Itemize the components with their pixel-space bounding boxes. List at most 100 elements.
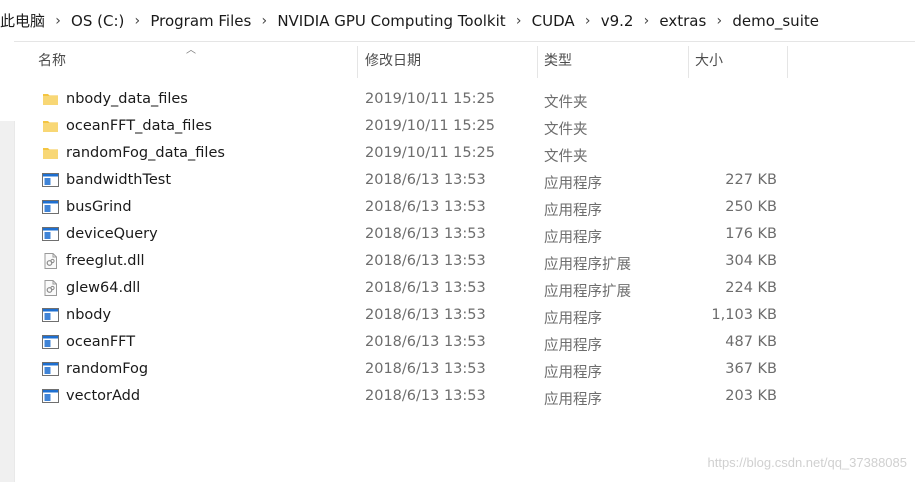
column-header-name-label: 名称 bbox=[38, 53, 66, 69]
watermark: https://blog.csdn.net/qq_37388085 bbox=[707, 455, 908, 470]
file-size: 487 KB bbox=[725, 334, 777, 350]
column-header-name[interactable]: 名称 ︿ bbox=[14, 41, 358, 79]
chevron-right-icon[interactable]: › bbox=[577, 13, 599, 29]
file-row[interactable]: busGrind 2018/6/13 13:53 应用程序 250 KB bbox=[14, 195, 915, 222]
breadcrumb-label: Program Files bbox=[150, 11, 252, 30]
breadcrumb-label: extras bbox=[659, 11, 707, 30]
application-icon bbox=[42, 226, 59, 242]
file-name: oceanFFT bbox=[66, 334, 136, 350]
breadcrumb-item[interactable]: demo_suite bbox=[730, 12, 821, 30]
file-name: freeglut.dll bbox=[66, 253, 145, 269]
file-modified-date: 2019/10/11 15:25 bbox=[365, 91, 495, 107]
breadcrumb-label: NVIDIA GPU Computing Toolkit bbox=[277, 11, 506, 30]
file-size: 250 KB bbox=[725, 199, 777, 215]
chevron-right-icon[interactable]: › bbox=[47, 13, 69, 29]
application-icon bbox=[42, 388, 59, 404]
file-modified-date: 2018/6/13 13:53 bbox=[365, 388, 486, 404]
application-icon bbox=[42, 334, 59, 350]
file-type: 应用程序扩展 bbox=[544, 284, 631, 300]
file-list: nbody_data_files 2019/10/11 15:25 文件夹 ocean… bbox=[14, 87, 915, 411]
chevron-right-icon[interactable]: › bbox=[635, 13, 657, 29]
file-name: glew64.dll bbox=[66, 280, 141, 296]
breadcrumb-item[interactable]: Program Files › bbox=[148, 12, 275, 30]
breadcrumb-label: OS (C:) bbox=[71, 11, 125, 30]
file-modified-date: 2018/6/13 13:53 bbox=[365, 361, 486, 377]
file-modified-date: 2018/6/13 13:53 bbox=[365, 172, 486, 188]
file-row[interactable]: bandwidthTest 2018/6/13 13:53 应用程序 227 KB bbox=[14, 168, 915, 195]
breadcrumb-item[interactable]: v9.2 › bbox=[599, 12, 658, 30]
file-type: 应用程序 bbox=[544, 176, 602, 192]
folder-icon bbox=[42, 145, 59, 161]
file-row[interactable]: glew64.dll 2018/6/13 13:53 应用程序扩展 224 KB bbox=[14, 276, 915, 303]
file-name: bandwidthTest bbox=[66, 172, 172, 188]
file-modified-date: 2019/10/11 15:25 bbox=[365, 145, 495, 161]
file-modified-date: 2018/6/13 13:53 bbox=[365, 334, 486, 350]
file-type: 应用程序 bbox=[544, 311, 602, 327]
file-size: 1,103 KB bbox=[711, 307, 777, 323]
file-row[interactable]: oceanFFT 2018/6/13 13:53 应用程序 487 KB bbox=[14, 330, 915, 357]
column-header-size-label: 大小 bbox=[695, 53, 723, 69]
application-icon bbox=[42, 307, 59, 323]
file-row[interactable]: randomFog 2018/6/13 13:53 应用程序 367 KB bbox=[14, 357, 915, 384]
file-row[interactable]: oceanFFT_data_files 2019/10/11 15:25 文件夹 bbox=[14, 114, 915, 141]
application-icon bbox=[42, 172, 59, 188]
folder-icon bbox=[42, 118, 59, 134]
breadcrumb-label: CUDA bbox=[531, 11, 575, 30]
file-modified-date: 2018/6/13 13:53 bbox=[365, 199, 486, 215]
file-row[interactable]: deviceQuery 2018/6/13 13:53 应用程序 176 KB bbox=[14, 222, 915, 249]
file-size: 176 KB bbox=[725, 226, 777, 242]
file-type: 文件夹 bbox=[544, 122, 588, 138]
folder-icon bbox=[42, 91, 59, 107]
file-size: 367 KB bbox=[725, 361, 777, 377]
file-modified-date: 2019/10/11 15:25 bbox=[365, 118, 495, 134]
address-bar[interactable]: 此电脑 › OS (C:) › Program Files › NVIDIA GPU Com… bbox=[0, 0, 915, 42]
scrollbar-thumb[interactable] bbox=[0, 121, 15, 482]
file-modified-date: 2018/6/13 13:53 bbox=[365, 253, 486, 269]
file-name: randomFog_data_files bbox=[66, 145, 225, 161]
column-header-size[interactable]: 大小 bbox=[689, 41, 788, 79]
file-size: 203 KB bbox=[725, 388, 777, 404]
chevron-right-icon[interactable]: › bbox=[126, 13, 148, 29]
column-header-type-label: 类型 bbox=[544, 53, 572, 69]
file-name: oceanFFT_data_files bbox=[66, 118, 212, 134]
file-type: 应用程序 bbox=[544, 338, 602, 354]
file-row[interactable]: nbody_data_files 2019/10/11 15:25 文件夹 bbox=[14, 87, 915, 114]
file-type: 应用程序 bbox=[544, 203, 602, 219]
column-header-type[interactable]: 类型 bbox=[538, 41, 689, 79]
column-divider[interactable] bbox=[787, 46, 788, 78]
chevron-right-icon[interactable]: › bbox=[708, 13, 730, 29]
file-name: deviceQuery bbox=[66, 226, 158, 242]
file-name: nbody_data_files bbox=[66, 91, 188, 107]
column-header-date[interactable]: 修改日期 bbox=[358, 41, 538, 79]
file-row[interactable]: vectorAdd 2018/6/13 13:53 应用程序 203 KB bbox=[14, 384, 915, 411]
chevron-right-icon[interactable]: › bbox=[253, 13, 275, 29]
dll-file-icon bbox=[42, 280, 59, 296]
application-icon bbox=[42, 361, 59, 377]
breadcrumb-label: 此电脑 bbox=[0, 12, 46, 30]
breadcrumb-label: demo_suite bbox=[732, 11, 819, 30]
chevron-right-icon[interactable]: › bbox=[508, 13, 530, 29]
breadcrumb-item[interactable]: OS (C:) › bbox=[69, 12, 148, 30]
sort-ascending-icon: ︿ bbox=[186, 45, 196, 56]
breadcrumb-item[interactable]: 此电脑 › bbox=[0, 10, 69, 31]
column-header-date-label: 修改日期 bbox=[365, 53, 421, 69]
file-type: 应用程序扩展 bbox=[544, 257, 631, 273]
file-size: 227 KB bbox=[725, 172, 777, 188]
breadcrumb-item[interactable]: CUDA › bbox=[530, 12, 599, 30]
file-name: nbody bbox=[66, 307, 112, 323]
breadcrumb-item[interactable]: NVIDIA GPU Computing Toolkit › bbox=[275, 12, 529, 30]
file-name: busGrind bbox=[66, 199, 132, 215]
file-modified-date: 2018/6/13 13:53 bbox=[365, 307, 486, 323]
column-header-bar: 名称 ︿ 修改日期 类型 大小 bbox=[14, 41, 915, 79]
file-row[interactable]: freeglut.dll 2018/6/13 13:53 应用程序扩展 304 KB bbox=[14, 249, 915, 276]
file-size: 224 KB bbox=[725, 280, 777, 296]
file-type: 文件夹 bbox=[544, 95, 588, 111]
file-row[interactable]: randomFog_data_files 2019/10/11 15:25 文件夹 bbox=[14, 141, 915, 168]
navigation-pane-scrollbar[interactable] bbox=[0, 41, 15, 482]
file-row[interactable]: nbody 2018/6/13 13:53 应用程序 1,103 KB bbox=[14, 303, 915, 330]
file-modified-date: 2018/6/13 13:53 bbox=[365, 226, 486, 242]
breadcrumb-item[interactable]: extras › bbox=[657, 12, 730, 30]
file-type: 应用程序 bbox=[544, 365, 602, 381]
application-icon bbox=[42, 199, 59, 215]
breadcrumb-label: v9.2 bbox=[600, 11, 634, 30]
